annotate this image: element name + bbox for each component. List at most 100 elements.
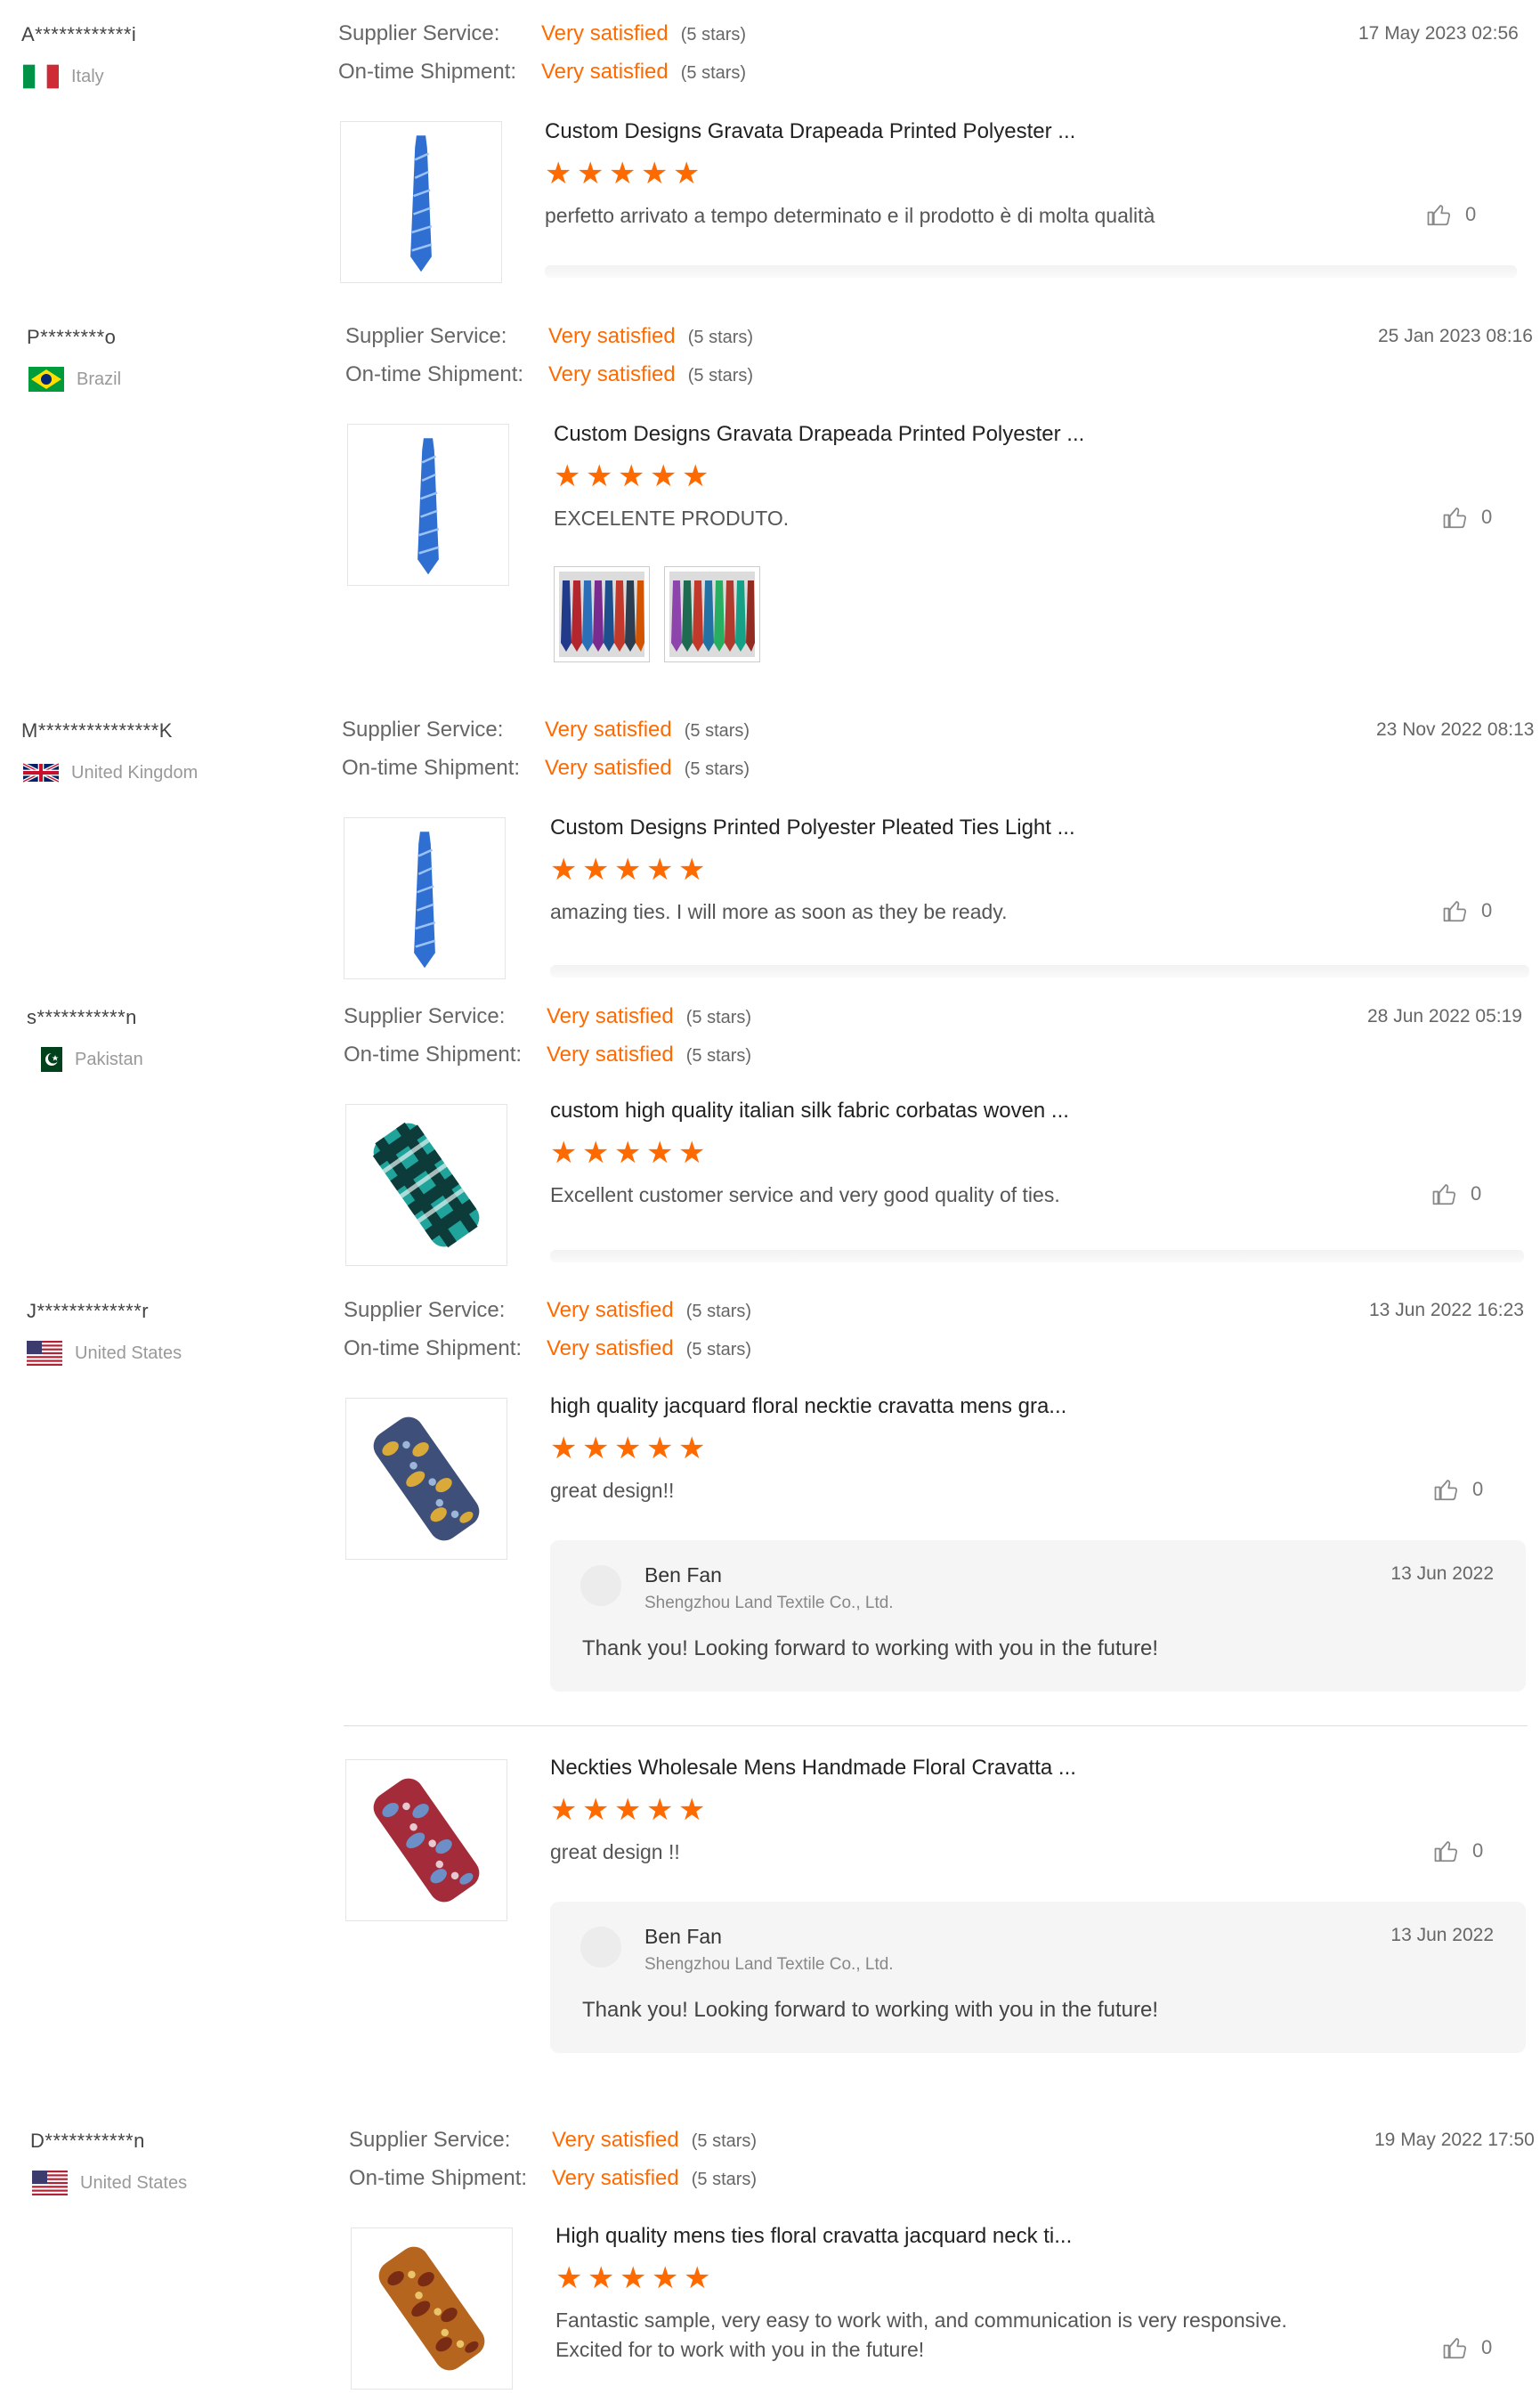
review-comment: Excellent customer service and very good… (550, 1183, 1060, 1206)
ratings-block: Supplier Service: Very satisfied (5 star… (344, 1298, 751, 1375)
like-button[interactable]: 0 (1431, 1181, 1481, 1207)
ontime-shipment-note: (5 stars) (680, 63, 747, 83)
star-icon: ★ (545, 157, 572, 191)
supplier-service-label: Supplier Service: (338, 21, 500, 45)
thumbs-up-icon (1434, 1480, 1458, 1501)
buyer-name: J*************r (27, 1300, 150, 1322)
product-thumbnail[interactable] (340, 121, 502, 283)
like-count: 0 (1472, 1839, 1484, 1862)
star-icon: ★ (550, 1793, 578, 1827)
star-icon: ★ (609, 157, 636, 191)
reply-company: Shengzhou Land Textile Co., Ltd. (644, 1594, 894, 1612)
product-rating-stars: ★ ★ ★ ★ ★ (545, 157, 700, 191)
review-date: 19 May 2022 17:50 (1374, 2130, 1535, 2150)
product-title[interactable]: Custom Designs Gravata Drapeada Printed … (545, 119, 1075, 144)
star-icon: ★ (582, 1136, 610, 1170)
product-thumbnail[interactable] (345, 1398, 507, 1560)
star-icon: ★ (620, 2261, 647, 2295)
like-button[interactable]: 0 (1433, 1476, 1483, 1503)
like-button[interactable]: 0 (1442, 2334, 1492, 2361)
reply-text: Thank you! Looking forward to working wi… (582, 1636, 1159, 1660)
product-title[interactable]: Neckties Wholesale Mens Handmade Floral … (550, 1756, 1076, 1781)
star-icon: ★ (555, 2261, 583, 2295)
like-count: 0 (1471, 1182, 1482, 1205)
star-icon: ★ (646, 1793, 674, 1827)
italy-flag-icon (23, 64, 59, 89)
ontime-shipment-note: (5 stars) (685, 1046, 752, 1066)
ontime-shipment-label: On-time Shipment: (344, 1336, 523, 1360)
product-rating-stars: ★ ★ ★ ★ ★ (555, 2261, 710, 2295)
supplier-service-note: (5 stars) (684, 721, 750, 741)
buyer-name: M***************K (21, 719, 173, 742)
review-comment: perfetto arrivato a tempo determinato e … (545, 204, 1155, 227)
supplier-service-row: Supplier Service: Very satisfied (5 star… (349, 2128, 757, 2166)
country-label: Pakistan (75, 1049, 143, 1069)
buyer-name: s***********n (27, 1006, 137, 1028)
supplier-reply: Ben Fan Shengzhou Land Textile Co., Ltd.… (550, 1540, 1526, 1692)
supplier-service-label: Supplier Service: (342, 718, 504, 742)
supplier-service-label: Supplier Service: (344, 1298, 506, 1322)
brazil-flag-icon (28, 367, 64, 392)
review-photo[interactable] (664, 566, 760, 662)
supplier-service-value: Very satisfied (545, 718, 672, 742)
supplier-service-value: Very satisfied (547, 1298, 674, 1322)
ontime-shipment-label: On-time Shipment: (345, 362, 524, 386)
product-thumbnail[interactable] (344, 817, 506, 979)
blue-striped-tie-image (417, 438, 440, 575)
section-fade (550, 965, 1529, 978)
product-title[interactable]: custom high quality italian silk fabric … (550, 1099, 1069, 1124)
buyer-country: United States (32, 2171, 187, 2195)
ontime-shipment-label: On-time Shipment: (349, 2166, 528, 2190)
supplier-service-row: Supplier Service: Very satisfied (5 star… (342, 718, 750, 756)
review-comment: Fantastic sample, very easy to work with… (555, 2306, 1287, 2365)
product-thumbnail[interactable] (347, 424, 509, 586)
star-icon: ★ (577, 157, 604, 191)
ontime-shipment-value: Very satisfied (545, 756, 672, 780)
like-button[interactable]: 0 (1442, 504, 1492, 531)
product-title[interactable]: Custom Designs Gravata Drapeada Printed … (554, 422, 1084, 447)
product-rating-stars: ★ ★ ★ ★ ★ (550, 1793, 706, 1827)
product-thumbnail[interactable] (345, 1104, 507, 1266)
star-icon: ★ (678, 1793, 706, 1827)
supplier-service-value: Very satisfied (548, 324, 676, 348)
pakistan-flag-icon (34, 1047, 62, 1072)
blue-striped-tie-image (414, 832, 436, 969)
review-photo[interactable] (554, 566, 650, 662)
reply-date: 13 Jun 2022 (1390, 1925, 1494, 1945)
product-title[interactable]: high quality jacquard floral necktie cra… (550, 1394, 1066, 1419)
ontime-shipment-label: On-time Shipment: (338, 60, 517, 84)
like-button[interactable]: 0 (1442, 897, 1492, 924)
product-thumbnail[interactable] (351, 2228, 513, 2390)
ontime-shipment-note: (5 stars) (685, 1340, 752, 1359)
paisley-tie-image (378, 2246, 485, 2371)
supplier-service-row: Supplier Service: Very satisfied (5 star… (338, 21, 746, 60)
ontime-shipment-value: Very satisfied (548, 362, 676, 386)
buyer-country: United States (27, 1341, 182, 1366)
review-comment-line: Fantastic sample, very easy to work with… (555, 2309, 1287, 2332)
reply-author: Ben Fan (644, 1563, 722, 1586)
country-label: United States (75, 1343, 182, 1363)
supplier-service-note: (5 stars) (691, 2131, 758, 2151)
star-icon: ★ (646, 1136, 674, 1170)
product-thumbnail[interactable] (345, 1759, 507, 1921)
star-icon: ★ (650, 459, 677, 493)
ties-photo-image (559, 572, 644, 657)
thumbs-up-icon (1432, 1184, 1456, 1205)
like-button[interactable]: 0 (1433, 1838, 1483, 1864)
like-button[interactable]: 0 (1426, 201, 1476, 228)
star-icon: ★ (614, 1136, 642, 1170)
buyer-name: D***********n (30, 2130, 145, 2152)
star-icon: ★ (646, 853, 674, 887)
product-title[interactable]: Custom Designs Printed Polyester Pleated… (550, 816, 1075, 840)
product-title[interactable]: High quality mens ties floral cravatta j… (555, 2224, 1072, 2249)
supplier-service-row: Supplier Service: Very satisfied (5 star… (344, 1298, 751, 1336)
star-icon: ★ (652, 2261, 679, 2295)
supplier-service-label: Supplier Service: (345, 324, 507, 348)
supplier-reply: Ben Fan Shengzhou Land Textile Co., Ltd.… (550, 1902, 1526, 2053)
reply-author: Ben Fan (644, 1925, 722, 1948)
ontime-shipment-note: (5 stars) (691, 2170, 758, 2189)
like-count: 0 (1465, 203, 1477, 225)
ratings-block: Supplier Service: Very satisfied (5 star… (344, 1004, 751, 1081)
paisley-tie-image (373, 1778, 480, 1903)
like-count: 0 (1472, 1478, 1484, 1500)
